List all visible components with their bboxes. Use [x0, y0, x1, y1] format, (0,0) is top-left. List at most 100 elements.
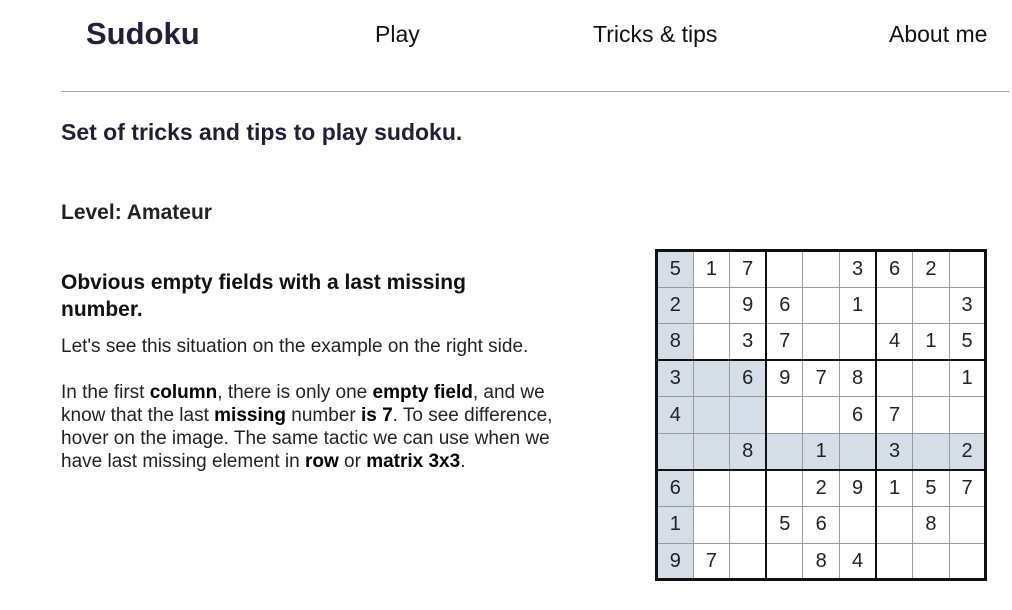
sudoku-cell[interactable] [875, 286, 914, 325]
sudoku-cell[interactable]: 4 [838, 542, 877, 581]
sudoku-cell[interactable]: 8 [729, 432, 767, 471]
sudoku-cell[interactable]: 4 [656, 396, 694, 434]
sudoku-cell[interactable]: 9 [656, 542, 694, 581]
tip-emphasis: matrix 3x3 [366, 451, 461, 472]
sudoku-cell[interactable] [765, 542, 804, 581]
sudoku-cell[interactable]: 1 [692, 250, 731, 288]
sudoku-cell[interactable] [692, 323, 731, 361]
sudoku-cell[interactable]: 7 [875, 396, 914, 434]
sudoku-cell[interactable] [912, 286, 950, 325]
sudoku-cell[interactable] [765, 396, 804, 434]
sudoku-cell[interactable]: 7 [692, 542, 731, 581]
sudoku-cell[interactable]: 3 [948, 286, 987, 325]
sudoku-cell[interactable]: 1 [838, 286, 877, 325]
sudoku-cell[interactable] [729, 542, 767, 581]
tip-text: . [460, 451, 466, 472]
sudoku-cell[interactable]: 8 [802, 542, 840, 581]
sudoku-row: 4 67 [656, 396, 987, 434]
sudoku-cell[interactable]: 8 [912, 506, 950, 544]
sudoku-cell[interactable]: 5 [948, 323, 987, 361]
tip-emphasis: empty field [372, 382, 473, 403]
sudoku-cell[interactable]: 6 [838, 396, 877, 434]
sudoku-cell[interactable] [948, 396, 987, 434]
sudoku-cell[interactable]: 6 [875, 250, 914, 288]
sudoku-row: 837 415 [656, 323, 987, 361]
sudoku-cell[interactable] [802, 286, 840, 325]
sudoku-cell[interactable] [875, 542, 914, 581]
sudoku-cell[interactable] [912, 396, 950, 434]
sudoku-cell[interactable]: 7 [948, 469, 987, 508]
sudoku-cell[interactable]: 9 [729, 286, 767, 325]
sudoku-cell[interactable]: 2 [948, 432, 987, 471]
sudoku-cell[interactable]: 5 [912, 469, 950, 508]
sudoku-cell[interactable] [692, 286, 731, 325]
sudoku-cell[interactable] [802, 323, 840, 361]
tip-emphasis: row [304, 451, 339, 472]
sudoku-cell[interactable]: 7 [802, 359, 840, 398]
nav-link-tricks-tips[interactable]: Tricks & tips [593, 21, 717, 48]
sudoku-cell[interactable]: 3 [838, 250, 877, 288]
sudoku-cell[interactable] [948, 506, 987, 544]
sudoku-cell[interactable] [912, 432, 950, 471]
sudoku-cell[interactable]: 2 [802, 469, 840, 508]
sudoku-cell[interactable]: 6 [802, 506, 840, 544]
sudoku-cell[interactable] [875, 359, 914, 398]
sudoku-cell[interactable]: 6 [729, 359, 767, 398]
sudoku-cell[interactable]: 1 [948, 359, 987, 398]
sudoku-cell[interactable] [729, 469, 767, 508]
sudoku-cell[interactable]: 6 [765, 286, 804, 325]
tip-body: In the first column, there is only one e… [61, 381, 591, 473]
sudoku-cell[interactable]: 4 [875, 323, 914, 361]
tip-text: , there is only one [217, 382, 373, 403]
sudoku-cell[interactable] [692, 359, 731, 398]
sudoku-cell[interactable]: 9 [838, 469, 877, 508]
sudoku-cell[interactable] [692, 506, 731, 544]
sudoku-cell[interactable] [765, 432, 804, 471]
sudoku-row: 8132 [656, 432, 987, 471]
sudoku-cell[interactable]: 1 [802, 432, 840, 471]
sudoku-cell[interactable]: 3 [656, 359, 694, 398]
nav-link-play[interactable]: Play [375, 21, 420, 48]
tip-text: number [285, 405, 361, 426]
tip-emphasis: is 7 [360, 405, 393, 426]
tip-text: or [338, 451, 367, 472]
sudoku-cell[interactable] [802, 250, 840, 288]
sudoku-cell[interactable]: 6 [656, 469, 694, 508]
sudoku-example-board[interactable]: 5173622961383741536978146781326291571568… [655, 249, 988, 582]
sudoku-cell[interactable] [765, 469, 804, 508]
sudoku-cell[interactable] [729, 396, 767, 434]
sudoku-cell[interactable] [912, 542, 950, 581]
nav-link-about-me[interactable]: About me [889, 21, 987, 48]
sudoku-cell[interactable] [838, 506, 877, 544]
sudoku-cell[interactable]: 1 [875, 469, 914, 508]
sudoku-cell[interactable] [656, 432, 694, 471]
sudoku-cell[interactable]: 1 [656, 506, 694, 544]
sudoku-cell[interactable] [692, 396, 731, 434]
sudoku-cell[interactable]: 3 [729, 323, 767, 361]
sudoku-cell[interactable] [802, 396, 840, 434]
sudoku-cell[interactable] [692, 432, 731, 471]
sudoku-cell[interactable] [875, 506, 914, 544]
sudoku-cell[interactable] [912, 359, 950, 398]
sudoku-cell[interactable]: 7 [765, 323, 804, 361]
sudoku-cell[interactable]: 3 [875, 432, 914, 471]
brand-logo-link[interactable]: Sudoku [86, 16, 200, 52]
sudoku-cell[interactable] [729, 506, 767, 544]
sudoku-cell[interactable]: 9 [765, 359, 804, 398]
sudoku-cell[interactable]: 2 [656, 286, 694, 325]
sudoku-cell[interactable] [765, 250, 804, 288]
sudoku-cell[interactable]: 1 [912, 323, 950, 361]
sudoku-cell[interactable] [838, 432, 877, 471]
sudoku-cell[interactable]: 2 [912, 250, 950, 288]
sudoku-cell[interactable] [948, 250, 987, 288]
sudoku-cell[interactable] [948, 542, 987, 581]
sudoku-cell[interactable] [838, 323, 877, 361]
sudoku-cell[interactable] [692, 469, 731, 508]
sudoku-cell[interactable]: 7 [729, 250, 767, 288]
sudoku-cell[interactable]: 5 [765, 506, 804, 544]
level-label: Level: Amateur [61, 201, 212, 224]
sudoku-cell[interactable]: 8 [838, 359, 877, 398]
tip-text: In the first [61, 382, 150, 403]
sudoku-cell[interactable]: 8 [656, 323, 694, 361]
sudoku-cell[interactable]: 5 [656, 250, 694, 288]
